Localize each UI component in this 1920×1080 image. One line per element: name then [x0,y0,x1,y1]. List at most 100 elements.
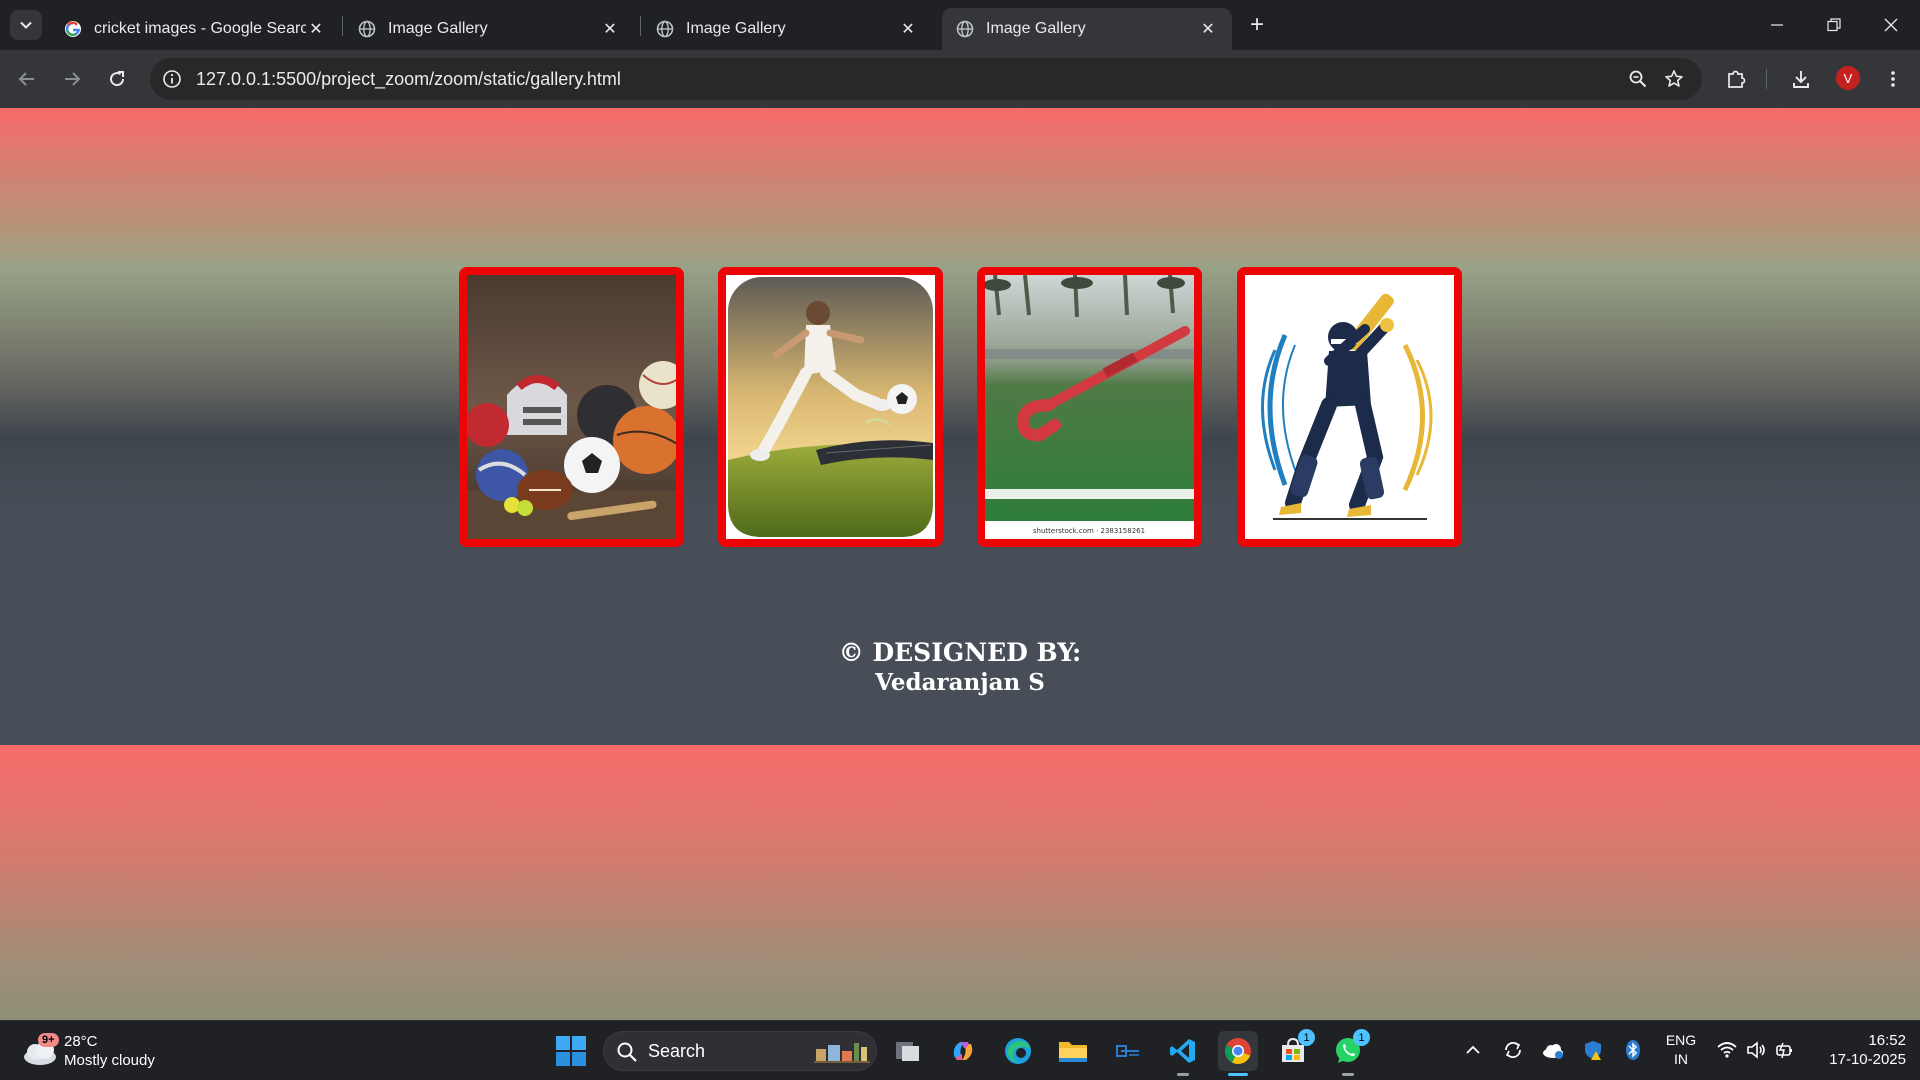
speaker-icon [1747,1041,1765,1059]
menu-button[interactable] [1879,65,1907,93]
tray-sync[interactable] [1500,1037,1526,1063]
puzzle-icon [1728,70,1746,88]
tray-volume[interactable] [1743,1037,1769,1063]
battery-charging-icon [1776,1042,1792,1059]
copilot-icon [953,1042,973,1060]
close-window-button[interactable] [1862,0,1920,50]
windows-logo-icon [556,1036,586,1066]
minimize-button[interactable] [1748,0,1806,50]
onedrive-cloud-icon [1543,1044,1563,1059]
zoom-icon[interactable] [1626,67,1650,91]
reload-icon [110,71,125,87]
illustration-cricket-batsman-icon [1245,275,1454,539]
vscode-icon [1170,1039,1195,1063]
close-tab-icon[interactable]: ✕ [898,19,918,39]
gallery-image-sports-equipment[interactable] [459,267,684,547]
weather-widget[interactable]: 9+ 28°C Mostly cloudy [20,1029,155,1073]
region-code: IN [1674,1051,1688,1067]
running-indicator [1177,1073,1189,1076]
watermark-text: shutterstock.com · 2383158261 [1033,527,1145,535]
photo-sports-equipment-icon [467,275,676,539]
taskbar-edge[interactable] [998,1031,1038,1071]
taskbar-chrome[interactable] [1218,1031,1258,1076]
close-icon [1884,18,1898,32]
gallery-image-cricket[interactable] [1237,267,1462,547]
globe-icon [656,20,674,38]
tab-strip: cricket images - Google Search ✕ Image G… [0,0,1920,50]
taskbar-vscode[interactable] [1163,1031,1203,1076]
address-bar[interactable]: 127.0.0.1:5500/project_zoom/zoom/static/… [150,58,1702,100]
downloads-button[interactable] [1787,65,1815,93]
wifi-icon [1717,1042,1737,1058]
tray-bluetooth[interactable] [1620,1037,1646,1063]
gallery-image-football[interactable] [718,267,943,547]
globe-icon [358,20,376,38]
new-tab-button[interactable]: + [1243,11,1271,39]
footer-author: Vedaranjan S [875,669,1045,696]
taskbar-search[interactable]: Search [603,1031,877,1071]
address-url[interactable]: 127.0.0.1:5500/project_zoom/zoom/static/… [196,58,621,100]
site-info-icon[interactable] [160,67,184,91]
running-indicator [1342,1073,1354,1076]
chevron-up-icon [1466,1045,1480,1054]
tray-onedrive[interactable] [1540,1037,1566,1063]
photo-football-kick-icon [726,275,935,539]
search-icon [617,1042,637,1062]
taskbar-task-view[interactable] [888,1031,928,1071]
bookmark-star-icon[interactable] [1662,67,1686,91]
taskbar-file-explorer[interactable] [1053,1031,1093,1071]
arrow-right-icon [65,72,81,86]
clock-time: 16:52 [1868,1032,1906,1049]
tab-search-button[interactable] [10,10,42,40]
gallery-image-hockey[interactable]: shutterstock.com · 2383158261 [977,267,1202,547]
system-clock[interactable]: 16:52 17-10-2025 [1810,1031,1906,1069]
tray-overflow-button[interactable] [1460,1037,1486,1063]
profile-avatar[interactable]: V [1836,66,1860,90]
download-icon [1793,71,1809,88]
forward-button[interactable] [56,63,88,95]
start-button[interactable] [555,1035,587,1067]
tab-google-search[interactable]: cricket images - Google Search ✕ [50,8,340,50]
tray-wifi[interactable] [1714,1037,1740,1063]
windows-taskbar: 9+ 28°C Mostly cloudy Search 1 1 ENG IN … [0,1020,1920,1080]
weather-temp: 28°C [64,1033,98,1050]
folder-icon [1059,1042,1087,1062]
extensions-button[interactable] [1722,65,1750,93]
language-indicator[interactable]: ENG IN [1661,1031,1701,1069]
tray-battery[interactable] [1772,1037,1798,1063]
chrome-icon [1225,1038,1251,1065]
globe-icon [956,20,974,38]
clock-date: 17-10-2025 [1829,1051,1906,1068]
tab-image-gallery-active[interactable]: Image Gallery ✕ [942,8,1232,50]
sync-icon [1505,1042,1521,1058]
restore-icon [1827,18,1841,32]
language-code: ENG [1665,1032,1697,1048]
tab-divider [342,16,343,36]
task-view-icon [896,1042,919,1061]
tab-divider [640,16,641,36]
taskbar-app[interactable] [1108,1031,1148,1071]
taskbar-microsoft-store[interactable]: 1 [1273,1029,1315,1071]
taskbar-whatsapp[interactable]: 1 [1328,1029,1370,1076]
arrow-left-icon [18,72,34,86]
store-badge: 1 [1298,1029,1315,1046]
taskbar-copilot[interactable] [943,1031,983,1071]
tab-title: Image Gallery [686,20,786,37]
chevron-down-icon [20,21,32,29]
restore-button[interactable] [1805,0,1863,50]
close-tab-icon[interactable]: ✕ [1198,19,1218,39]
close-tab-icon[interactable]: ✕ [600,19,620,39]
tab-image-gallery-2[interactable]: Image Gallery ✕ [642,8,932,50]
tab-title: Image Gallery [388,20,488,37]
page-footer: © DESIGNED BY: Vedaranjan S [0,638,1920,698]
weather-condition: Mostly cloudy [64,1052,155,1069]
close-tab-icon[interactable]: ✕ [306,19,326,39]
bluetooth-icon [1626,1040,1640,1060]
back-button[interactable] [11,63,43,95]
tab-image-gallery-1[interactable]: Image Gallery ✕ [344,8,634,50]
google-g-icon [64,20,82,38]
more-vertical-icon [1891,71,1895,87]
reload-button[interactable] [101,63,133,95]
tray-security[interactable] [1580,1037,1606,1063]
minimize-icon [1771,24,1783,26]
